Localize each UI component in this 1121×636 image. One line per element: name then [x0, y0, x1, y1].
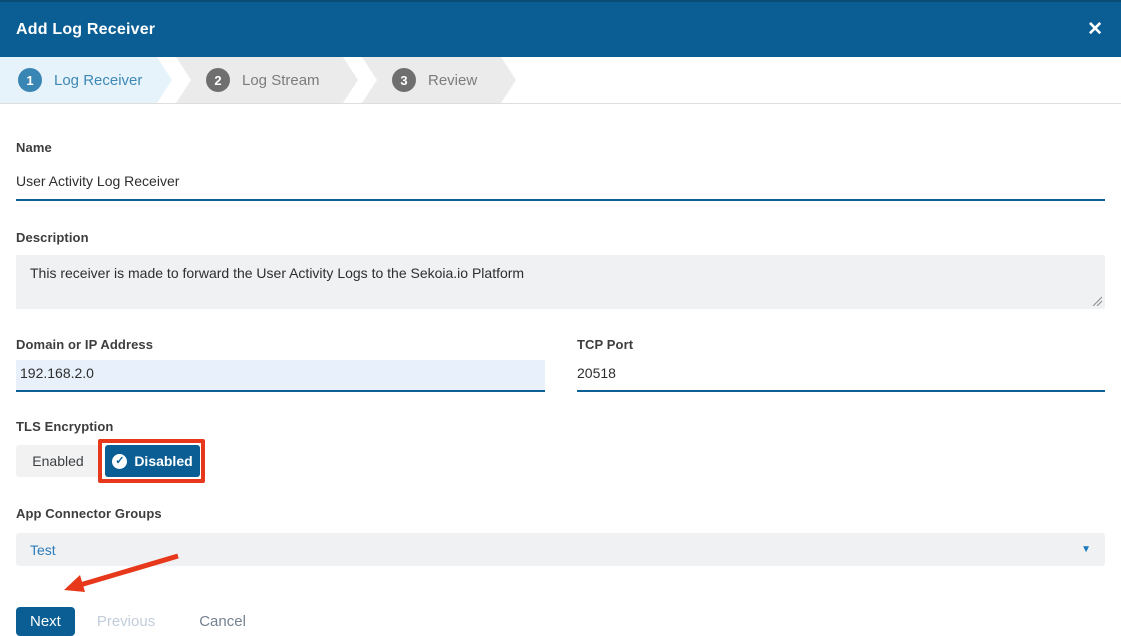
wizard-footer: Next Previous Cancel [16, 607, 1105, 636]
modal-title: Add Log Receiver [16, 21, 155, 39]
step-number-badge: 3 [392, 68, 416, 92]
name-input[interactable] [16, 167, 1105, 201]
tcp-port-label: TCP Port [577, 337, 1105, 352]
step-log-stream[interactable]: 2 Log Stream [176, 57, 358, 103]
app-connector-groups-label: App Connector Groups [16, 506, 1105, 521]
app-connector-groups-select[interactable]: Test ▼ [16, 533, 1105, 566]
name-label: Name [16, 140, 1105, 155]
step-log-receiver[interactable]: 1 Log Receiver [0, 57, 172, 103]
description-text: This receiver is made to forward the Use… [30, 265, 524, 281]
step-review[interactable]: 3 Review [362, 57, 516, 103]
domain-input[interactable] [16, 360, 545, 392]
domain-label: Domain or IP Address [16, 337, 545, 352]
name-field-group: Name [16, 140, 1105, 201]
form-area: Name Description This receiver is made t… [0, 140, 1121, 636]
tls-enabled-label: Enabled [32, 453, 83, 469]
tls-disabled-label: Disabled [134, 453, 192, 469]
tls-field-group: TLS Encryption Enabled ✓ Disabled [16, 419, 1105, 477]
step-label: Review [428, 72, 503, 89]
check-icon: ✓ [112, 454, 127, 469]
tcp-port-field-group: TCP Port [577, 337, 1105, 392]
tls-label: TLS Encryption [16, 419, 1105, 434]
description-label: Description [16, 230, 1105, 245]
previous-button[interactable]: Previous [97, 613, 155, 630]
step-number-badge: 2 [206, 68, 230, 92]
tls-disabled-button[interactable]: ✓ Disabled [105, 445, 200, 477]
chevron-down-icon: ▼ [1081, 544, 1091, 555]
description-textarea[interactable]: This receiver is made to forward the Use… [16, 255, 1105, 309]
cancel-button[interactable]: Cancel [199, 613, 246, 630]
next-button[interactable]: Next [16, 607, 75, 636]
selected-group-value: Test [30, 542, 56, 558]
step-label: Log Stream [242, 72, 346, 89]
step-number-badge: 1 [18, 68, 42, 92]
close-icon[interactable]: ✕ [1087, 20, 1103, 39]
step-label: Log Receiver [54, 72, 168, 89]
tls-enabled-button[interactable]: Enabled [16, 445, 100, 477]
resize-handle-icon[interactable] [1092, 296, 1102, 306]
modal-header: Add Log Receiver ✕ [0, 0, 1121, 57]
address-port-row: Domain or IP Address TCP Port [16, 337, 1105, 392]
description-field-group: Description This receiver is made to for… [16, 230, 1105, 309]
wizard-stepper: 1 Log Receiver 2 Log Stream 3 Review [0, 57, 1121, 104]
domain-field-group: Domain or IP Address [16, 337, 545, 392]
app-connector-groups-field: App Connector Groups Test ▼ [16, 506, 1105, 566]
tls-toggle: Enabled ✓ Disabled [16, 445, 1105, 477]
tcp-port-input[interactable] [577, 360, 1105, 392]
